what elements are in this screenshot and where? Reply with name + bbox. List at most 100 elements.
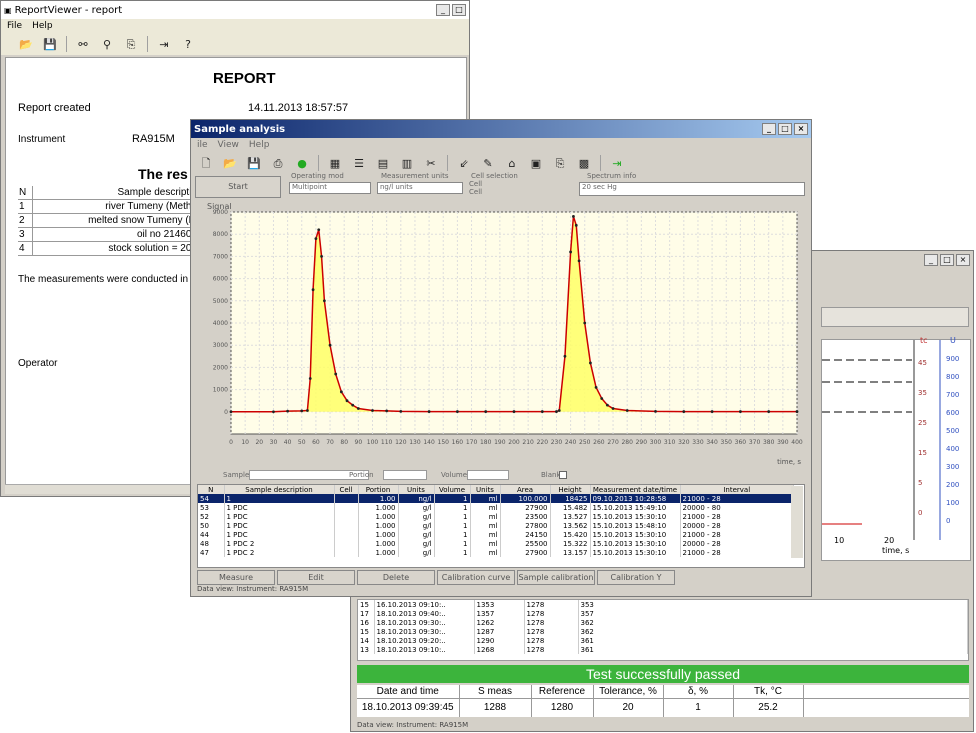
measure-button[interactable]: Measure [197, 570, 275, 585]
mass-input[interactable] [383, 470, 427, 480]
table-scrollbar[interactable] [791, 486, 803, 558]
cell: 362 [578, 618, 968, 627]
table-cell [334, 512, 359, 521]
exit-icon[interactable]: ⇥ [153, 35, 175, 53]
cell-option-1[interactable]: Cell [469, 180, 482, 188]
tick: 45 [918, 359, 927, 367]
table-cell: ml [470, 539, 501, 548]
table-view-icon[interactable]: ☰ [348, 154, 370, 172]
save-icon[interactable]: 💾 [39, 35, 61, 53]
maximize-button[interactable]: □ [778, 123, 792, 135]
maximize-button[interactable]: □ [940, 254, 954, 266]
minimize-button[interactable]: _ [924, 254, 938, 266]
table-cell: 15.322 [550, 539, 591, 548]
table-row[interactable]: 54 1 1.00 ng/l 1 ml 100.000 18425 09.10.2013 10:… [198, 494, 794, 503]
col-header[interactable]: Units [470, 485, 501, 494]
operator-label: Operator [18, 358, 58, 369]
list-view-icon[interactable]: ▤ [372, 154, 394, 172]
col-header[interactable]: Height [550, 485, 591, 494]
minimize-button[interactable]: _ [436, 4, 450, 16]
table-row[interactable]: 48 1 PDC 2 1.000 g/l 1 ml 25500 15.322 15.10.201… [198, 539, 794, 548]
table-row[interactable]: 47 1 PDC 2 1.000 g/l 1 ml 27900 13.157 15.10.201… [198, 548, 794, 557]
operating-select[interactable]: Multipoint [289, 182, 371, 194]
menu-view[interactable]: View [218, 140, 239, 150]
col-header[interactable]: Sample description [224, 485, 335, 494]
data-point [682, 410, 686, 413]
grid-icon[interactable]: ▩ [573, 154, 595, 172]
help-icon[interactable]: ? [177, 35, 199, 53]
open-icon[interactable]: 📂 [219, 154, 241, 172]
help-icon[interactable]: ● [291, 154, 313, 172]
calibrate-icon[interactable]: ⇙ [453, 154, 475, 172]
col-header[interactable]: Measurement date/time [590, 485, 681, 494]
cell-option-2[interactable]: Cell [469, 188, 482, 196]
report-viewer-titlebar[interactable]: ▣ ReportViewer - report _ □ [1, 1, 469, 19]
col-header[interactable]: Cell [334, 485, 359, 494]
row-n: 4 [18, 241, 33, 256]
menu-help[interactable]: Help [32, 21, 53, 31]
exit-icon[interactable]: ⇥ [606, 154, 628, 172]
table-row[interactable]: 17 18.10.2013 09:40:.. 1357 1278 357 [358, 609, 968, 618]
table-row[interactable]: 53 1 PDC 1.000 g/l 1 ml 27900 15.482 15.10.2013 … [198, 503, 794, 512]
menu-file[interactable]: File [7, 21, 22, 31]
volume-input[interactable] [467, 470, 509, 480]
new-icon[interactable]: 🗋 [195, 154, 217, 172]
col-header[interactable]: Area [500, 485, 551, 494]
toolbar-separator [147, 36, 148, 52]
comment-input[interactable]: 20 sec Hg [579, 182, 805, 196]
print-icon[interactable]: ⎙ [267, 154, 289, 172]
find-icon[interactable]: ⚲ [96, 35, 118, 53]
close-button[interactable]: × [956, 254, 970, 266]
table-cell: 1 PDC 2 [224, 548, 335, 557]
chart-view-icon[interactable]: ▦ [324, 154, 346, 172]
file-icon[interactable]: ▣ [525, 154, 547, 172]
measure-select[interactable]: ng/l units [377, 182, 463, 194]
minimize-button[interactable]: _ [762, 123, 776, 135]
col-header[interactable]: Interval [680, 485, 794, 494]
maximize-button[interactable]: □ [452, 4, 466, 16]
edit-icon[interactable]: ✎ [477, 154, 499, 172]
device-icon[interactable]: ⌂ [501, 154, 523, 172]
table-row[interactable]: 13 18.10.2013 09:10:.. 1268 1278 361 [358, 645, 968, 654]
col-header[interactable]: Portion [358, 485, 399, 494]
table-cell [334, 539, 359, 548]
save-icon[interactable]: 💾 [243, 154, 265, 172]
open-icon[interactable]: 📂 [15, 35, 37, 53]
tools-icon[interactable]: ✂ [420, 154, 442, 172]
table-row[interactable]: 15 16.10.2013 09:10:.. 1353 1278 353 [358, 600, 968, 609]
table-row[interactable]: 50 1 PDC 1.000 g/l 1 ml 27800 13.562 15.10.2013 … [198, 521, 794, 530]
table-row[interactable]: 52 1 PDC 1.000 g/l 1 ml 23500 13.527 15.10.2013 … [198, 512, 794, 521]
col-header[interactable]: Volume [434, 485, 471, 494]
print-preview-icon[interactable]: ⎘ [549, 154, 571, 172]
table-row[interactable]: 14 18.10.2013 09:20:.. 1290 1278 361 [358, 636, 968, 645]
table-cell: ml [470, 521, 501, 530]
data-point [572, 215, 575, 218]
delete-button[interactable]: Delete [357, 570, 435, 585]
binoculars-icon[interactable]: ⚯ [72, 35, 94, 53]
calibration-y-button[interactable]: Calibration Y [597, 570, 675, 585]
table-row[interactable]: 44 1 PDC 1.000 g/l 1 ml 24150 15.420 15.10.2013 … [198, 530, 794, 539]
sample-titlebar[interactable]: Sample analysis _ □ × [191, 120, 811, 138]
table-row[interactable]: 15 18.10.2013 09:30:.. 1287 1278 362 [358, 627, 968, 636]
close-button[interactable]: × [794, 123, 808, 135]
blank-checkbox[interactable] [559, 471, 567, 479]
group-operating-label: Operating mod [291, 172, 344, 180]
cell: 1287 [474, 627, 525, 636]
menu-help[interactable]: Help [249, 140, 270, 150]
table-cell: 27900 [500, 548, 551, 557]
table-row[interactable]: 16 18.10.2013 09:30:.. 1262 1278 362 [358, 618, 968, 627]
export-icon[interactable]: ⎘ [120, 35, 142, 53]
sample-calibration-button[interactable]: Sample calibration [517, 570, 595, 585]
report-icon[interactable]: ▥ [396, 154, 418, 172]
test-status-bar: Data view: Instrument: RA915M [357, 721, 469, 729]
x-tick-label: 280 [621, 439, 633, 446]
table-cell: 1.000 [358, 530, 399, 539]
edit-button[interactable]: Edit [277, 570, 355, 585]
col-header[interactable]: Units [398, 485, 435, 494]
tick: 5 [918, 479, 923, 487]
menu-file[interactable]: ile [197, 140, 208, 150]
col-header[interactable]: N [198, 485, 225, 494]
cell: 1357 [474, 609, 525, 618]
calibration-curve-button[interactable]: Calibration curve [437, 570, 515, 585]
start-button[interactable]: Start [195, 176, 281, 198]
